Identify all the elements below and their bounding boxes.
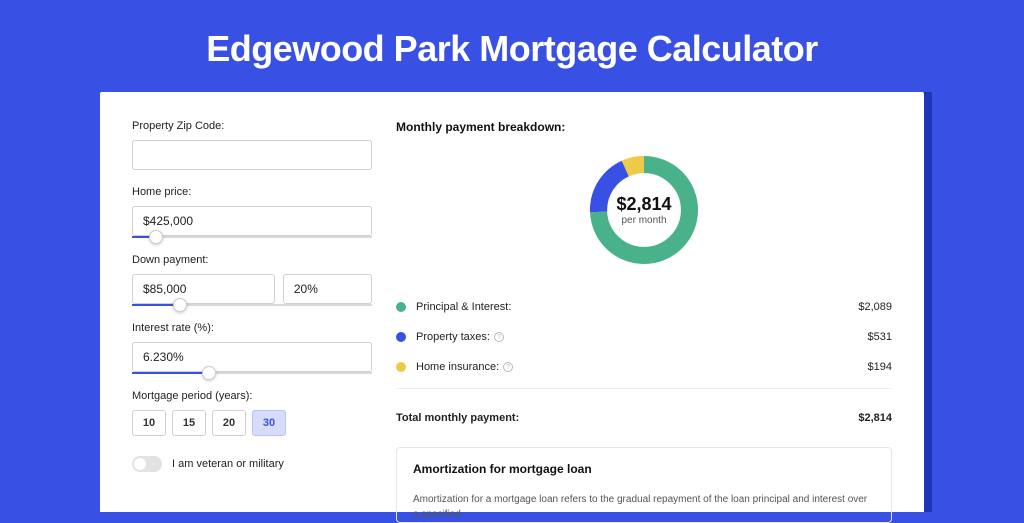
info-icon[interactable]: ? xyxy=(503,362,513,372)
legend-row: Home insurance: ?$194 xyxy=(396,352,892,382)
inputs-column: Property Zip Code: Home price: Down paym… xyxy=(132,120,372,512)
home-price-slider[interactable] xyxy=(132,236,372,238)
period-option-10[interactable]: 10 xyxy=(132,410,166,436)
down-payment-input[interactable] xyxy=(132,274,275,304)
down-payment-pct-input[interactable] xyxy=(283,274,372,304)
legend-value: $194 xyxy=(868,361,892,373)
period-field: Mortgage period (years): 10152030 xyxy=(132,390,372,436)
slider-handle[interactable] xyxy=(202,366,216,380)
zip-label: Property Zip Code: xyxy=(132,120,372,132)
calculator-card: Property Zip Code: Home price: Down paym… xyxy=(100,92,924,512)
legend-row: Principal & Interest:$2,089 xyxy=(396,292,892,322)
interest-slider[interactable] xyxy=(132,372,372,374)
total-label: Total monthly payment: xyxy=(396,412,858,424)
period-option-30[interactable]: 30 xyxy=(252,410,286,436)
down-payment-slider[interactable] xyxy=(132,304,372,306)
legend-dot xyxy=(396,302,406,312)
divider xyxy=(396,388,892,389)
home-price-label: Home price: xyxy=(132,186,372,198)
legend-label: Home insurance: ? xyxy=(416,361,868,373)
veteran-row: I am veteran or military xyxy=(132,456,372,472)
breakdown-title: Monthly payment breakdown: xyxy=(396,120,892,134)
period-option-20[interactable]: 20 xyxy=(212,410,246,436)
legend-value: $2,089 xyxy=(858,301,892,313)
interest-field: Interest rate (%): xyxy=(132,322,372,374)
slider-handle[interactable] xyxy=(173,298,187,312)
period-label: Mortgage period (years): xyxy=(132,390,372,402)
donut-center: $2,814 per month xyxy=(584,150,704,270)
legend-value: $531 xyxy=(868,331,892,343)
amortization-text: Amortization for a mortgage loan refers … xyxy=(413,492,875,522)
info-icon[interactable]: ? xyxy=(494,332,504,342)
home-price-field: Home price: xyxy=(132,186,372,238)
donut-sub: per month xyxy=(621,215,666,226)
down-payment-field: Down payment: xyxy=(132,254,372,306)
veteran-label: I am veteran or military xyxy=(172,458,284,470)
zip-input[interactable] xyxy=(132,140,372,170)
slider-fill xyxy=(132,372,209,374)
amortization-title: Amortization for mortgage loan xyxy=(413,462,875,476)
total-row: Total monthly payment: $2,814 xyxy=(396,403,892,433)
legend-label: Principal & Interest: xyxy=(416,301,858,313)
page-title: Edgewood Park Mortgage Calculator xyxy=(0,0,1024,92)
legend-row: Property taxes: ?$531 xyxy=(396,322,892,352)
donut-chart: $2,814 per month xyxy=(584,150,704,270)
legend-dot xyxy=(396,362,406,372)
home-price-input[interactable] xyxy=(132,206,372,236)
interest-input[interactable] xyxy=(132,342,372,372)
zip-field: Property Zip Code: xyxy=(132,120,372,170)
legend-dot xyxy=(396,332,406,342)
breakdown-column: Monthly payment breakdown: $2,814 per mo… xyxy=(396,120,892,512)
down-payment-label: Down payment: xyxy=(132,254,372,266)
interest-label: Interest rate (%): xyxy=(132,322,372,334)
donut-chart-wrap: $2,814 per month xyxy=(396,150,892,270)
veteran-toggle[interactable] xyxy=(132,456,162,472)
donut-amount: $2,814 xyxy=(616,194,671,215)
legend-label: Property taxes: ? xyxy=(416,331,868,343)
slider-handle[interactable] xyxy=(149,230,163,244)
period-option-15[interactable]: 15 xyxy=(172,410,206,436)
total-value: $2,814 xyxy=(858,412,892,424)
